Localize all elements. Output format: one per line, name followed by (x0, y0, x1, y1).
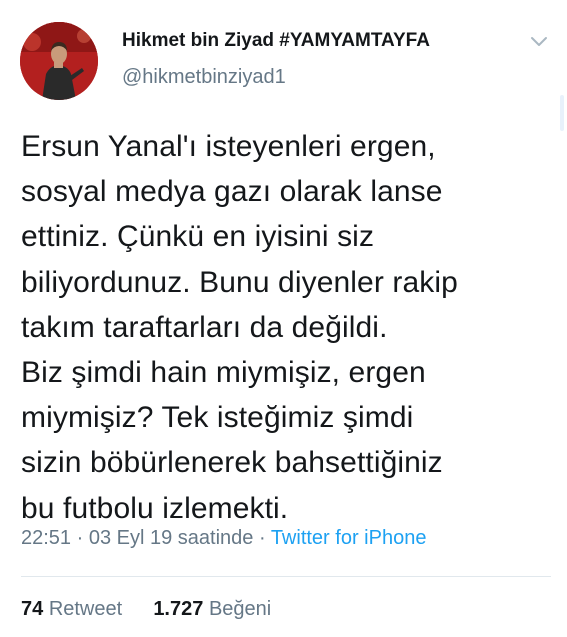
tweet-text-line: sosyal medya gazı olarak lanse (21, 175, 443, 209)
tweet-text-line: Ersun Yanal'ı isteyenleri ergen, (21, 130, 436, 163)
tweet-meta: 22:51 · 03 Eyl 19 saatinde · Twitter for… (21, 527, 426, 550)
tweet-text-line: biliyordunuz. Bunu diyenler rakip (21, 265, 458, 299)
retweet-count[interactable]: 74 (21, 598, 43, 620)
divider (21, 576, 551, 577)
tweet-text-line: sizin böbürlenerek bahsettiğiniz (21, 446, 443, 480)
chevron-down-icon[interactable] (528, 30, 550, 52)
like-count[interactable]: 1.727 (153, 598, 203, 620)
tweet-text-line: Biz şimdi hain miymişiz, ergen (21, 356, 426, 390)
scrollbar[interactable] (560, 95, 564, 131)
tweet-text-line: takım taraftarları da değildi. (21, 310, 388, 344)
user-display-name[interactable]: Hikmet bin Ziyad #YAMYAMTAYFA (122, 30, 430, 52)
tweet-text: Ersun Yanal'ı isteyenleri ergen, sosyal … (21, 124, 551, 531)
tweet-timestamp: 22:51 · 03 Eyl 19 saatinde · (21, 527, 266, 549)
tweet-detail: Hikmet bin Ziyad #YAMYAMTAYFA @hikmetbin… (0, 0, 567, 637)
like-label[interactable]: Beğeni (209, 598, 271, 620)
avatar-photo (20, 22, 98, 100)
tweet-text-line: ettiniz. Çünkü en iyisini siz (21, 220, 375, 254)
tweet-text-line: bu futbolu izlemekti. (21, 491, 289, 525)
tweet-source-link[interactable]: Twitter for iPhone (271, 527, 427, 549)
tweet-text-line: miymişiz? Tek isteğimiz şimdi (21, 401, 414, 435)
user-handle[interactable]: @hikmetbinziyad1 (122, 66, 286, 89)
tweet-stats: 74 Retweet 1.727 Beğeni (21, 598, 271, 621)
retweet-label[interactable]: Retweet (49, 598, 122, 620)
avatar[interactable] (20, 22, 98, 100)
